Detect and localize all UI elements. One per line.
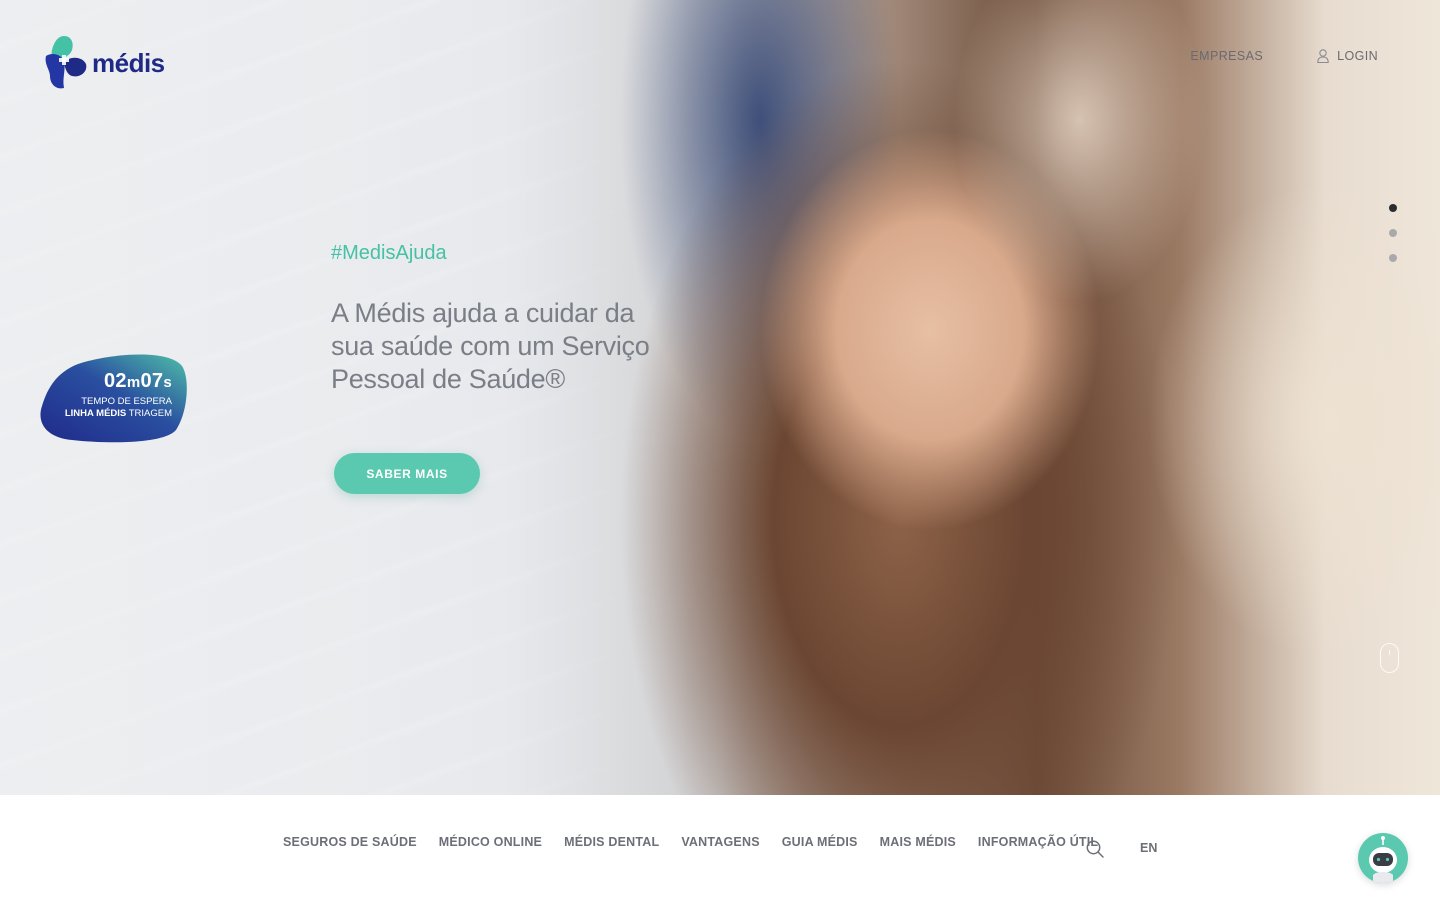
wait-time-badge[interactable]: 02m07s TEMPO DE ESPERA LINHA MÉDIS TRIAG…	[38, 352, 188, 444]
brand-name: médis	[92, 47, 165, 78]
wait-label: TEMPO DE ESPERA	[81, 396, 172, 407]
empresas-label: EMPRESAS	[1190, 49, 1264, 63]
headline-line: Pessoal de Saúde®	[331, 364, 565, 394]
user-icon	[1317, 49, 1329, 63]
menu-item-seguros[interactable]: SEGUROS DE SAÚDE	[283, 835, 417, 849]
wait-line-label: LINHA MÉDIS TRIAGEM	[64, 408, 172, 419]
main-menu: SEGUROS DE SAÚDE MÉDICO ONLINE MÉDIS DEN…	[283, 835, 1120, 849]
menu-item-guia-medis[interactable]: GUIA MÉDIS	[782, 835, 858, 849]
slide-dot[interactable]	[1389, 204, 1397, 212]
saber-mais-button[interactable]: SABER MAIS	[334, 453, 480, 494]
slide-dot[interactable]	[1389, 254, 1397, 262]
slider-dots	[1389, 204, 1397, 262]
login-link[interactable]: LOGIN	[1317, 49, 1378, 63]
chatbot-button[interactable]	[1358, 833, 1408, 883]
headline-line: A Médis ajuda a cuidar da	[331, 298, 635, 328]
empresas-link[interactable]: EMPRESAS	[1190, 49, 1263, 63]
hero-content: #MedisAjuda A Médis ajuda a cuidar da su…	[331, 242, 691, 396]
top-nav: EMPRESAS LOGIN	[1190, 49, 1378, 63]
main-menu-bar: SEGUROS DE SAÚDE MÉDICO ONLINE MÉDIS DEN…	[0, 795, 1440, 900]
menu-item-vantagens[interactable]: VANTAGENS	[681, 835, 759, 849]
menu-item-medis-dental[interactable]: MÉDIS DENTAL	[564, 835, 659, 849]
medis-logo-icon	[45, 36, 87, 89]
mouse-scroll-icon[interactable]	[1380, 643, 1399, 673]
search-icon	[1086, 840, 1104, 858]
search-button[interactable]	[1085, 839, 1105, 859]
slide-dot[interactable]	[1389, 229, 1397, 237]
medis-logo[interactable]: médis	[42, 34, 165, 92]
headline-line: sua saúde com um Serviço	[331, 331, 650, 361]
language-switch[interactable]: EN	[1140, 841, 1157, 855]
menu-item-informacao-util[interactable]: INFORMAÇÃO ÚTIL	[978, 835, 1098, 849]
chatbot-robot-icon	[1369, 836, 1397, 883]
wait-time-value: 02m07s	[103, 370, 172, 392]
hero-hashtag: #MedisAjuda	[331, 242, 447, 264]
hero-headline: A Médis ajuda a cuidar da sua saúde com …	[331, 297, 691, 396]
hero-banner: médis EMPRESAS LOGIN #MedisAjuda A Médis…	[0, 0, 1440, 795]
menu-item-mais-medis[interactable]: MAIS MÉDIS	[880, 835, 956, 849]
login-label: LOGIN	[1337, 49, 1378, 63]
menu-item-medico-online[interactable]: MÉDICO ONLINE	[439, 835, 542, 849]
